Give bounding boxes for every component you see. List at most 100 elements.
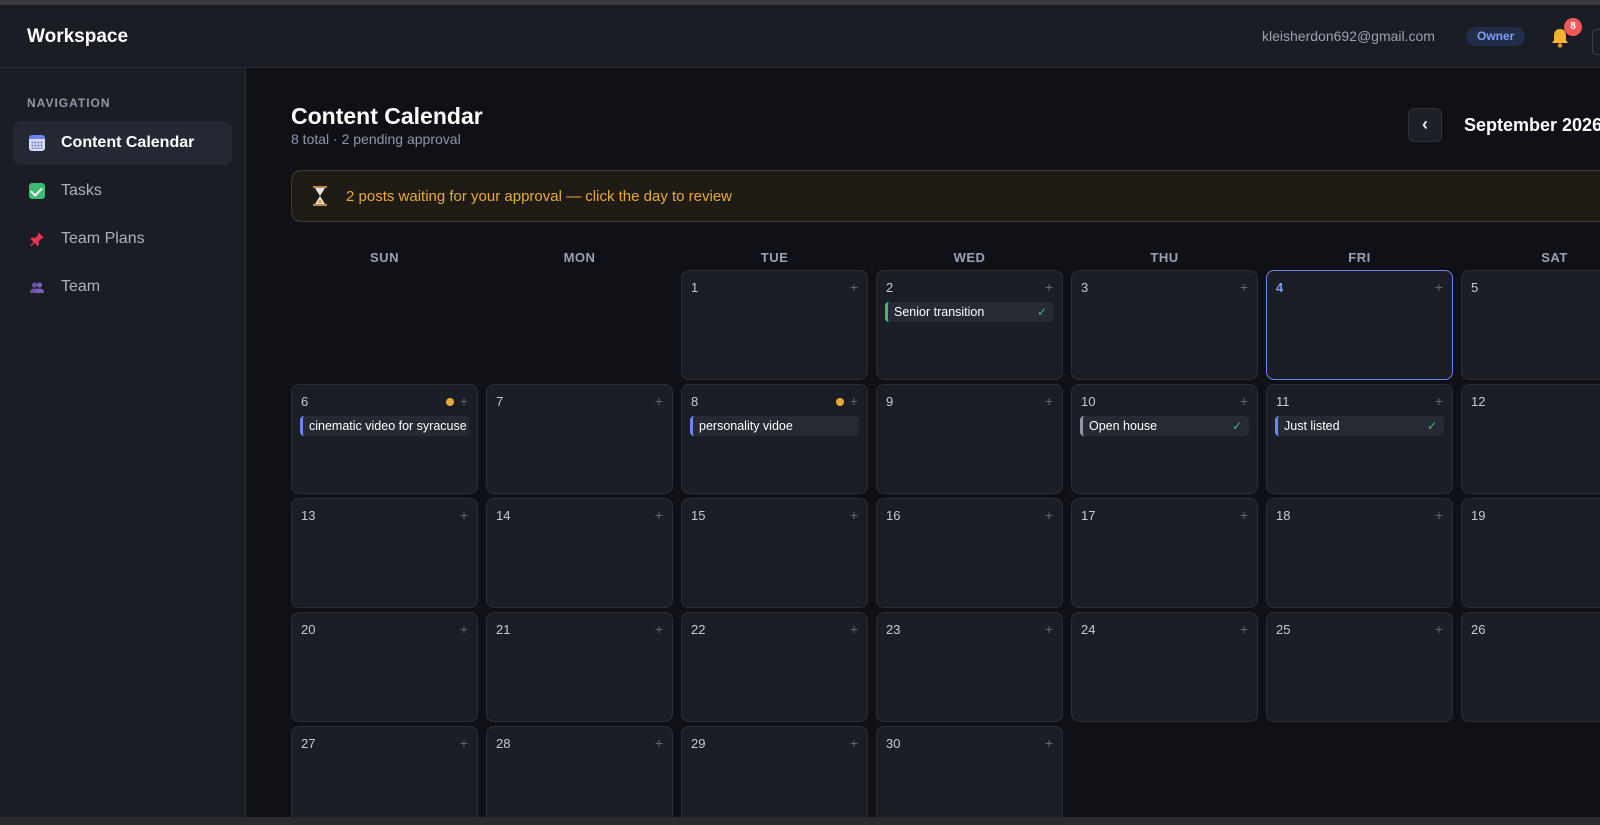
day-number: 26 bbox=[1471, 622, 1486, 637]
post-title: Open house bbox=[1089, 419, 1158, 433]
role-badge: Owner bbox=[1466, 27, 1526, 46]
calendar-day-19[interactable]: 19+ bbox=[1461, 498, 1600, 608]
account-menu-button[interactable] bbox=[1592, 29, 1600, 55]
calendar-day-8[interactable]: 8 + personality vidoe bbox=[681, 384, 868, 494]
checkbox-icon bbox=[29, 183, 45, 199]
add-post-button[interactable]: + bbox=[655, 735, 663, 751]
add-post-button[interactable]: + bbox=[1240, 507, 1248, 523]
calendar-day-15[interactable]: 15 + bbox=[681, 498, 868, 608]
approved-check-icon: ✓ bbox=[1036, 305, 1047, 319]
add-post-button[interactable]: + bbox=[850, 735, 858, 751]
calendar-day-13[interactable]: 13 + bbox=[291, 498, 478, 608]
post-chip[interactable]: Senior transition ✓ bbox=[885, 302, 1054, 322]
day-number: 15 bbox=[691, 508, 706, 523]
calendar-day-21[interactable]: 21 + bbox=[486, 612, 673, 722]
calendar-day-18[interactable]: 18 + bbox=[1266, 498, 1453, 608]
approval-banner[interactable]: 2 posts waiting for your approval — clic… bbox=[291, 170, 1600, 222]
calendar-day-7[interactable]: 7 + bbox=[486, 384, 673, 494]
calendar-day-4[interactable]: 4 + bbox=[1266, 270, 1453, 380]
post-title: cinematic video for syracuse bbox=[309, 419, 467, 433]
calendar-day-2[interactable]: 2 + Senior transition ✓ bbox=[876, 270, 1063, 380]
add-post-button[interactable]: + bbox=[850, 621, 858, 637]
calendar-day-1[interactable]: 1 + bbox=[681, 270, 868, 380]
day-number: 24 bbox=[1081, 622, 1096, 637]
add-post-button[interactable]: + bbox=[1045, 279, 1053, 295]
prev-month-button[interactable]: ‹ bbox=[1408, 108, 1442, 142]
sidebar-item-team[interactable]: Team bbox=[13, 265, 232, 309]
add-post-button[interactable]: + bbox=[850, 507, 858, 523]
add-post-button[interactable]: + bbox=[1045, 507, 1053, 523]
day-number: 4 bbox=[1276, 280, 1284, 295]
post-chip[interactable]: cinematic video for syracuse bbox=[300, 416, 469, 436]
hourglass-icon bbox=[313, 186, 327, 206]
calendar-day-12[interactable]: 12+ bbox=[1461, 384, 1600, 494]
sidebar-item-team-plans[interactable]: Team Plans bbox=[13, 217, 232, 261]
calendar-day-26[interactable]: 26+ bbox=[1461, 612, 1600, 722]
calendar-day-9[interactable]: 9 + bbox=[876, 384, 1063, 494]
calendar-day-30[interactable]: 30 + bbox=[876, 726, 1063, 825]
sidebar-item-label: Team bbox=[61, 278, 101, 295]
add-post-button[interactable]: + bbox=[850, 393, 858, 409]
add-post-button[interactable]: + bbox=[1435, 279, 1443, 295]
day-number: 30 bbox=[886, 736, 901, 751]
post-chip[interactable]: Open house ✓ bbox=[1080, 416, 1249, 436]
calendar-day-14[interactable]: 14 + bbox=[486, 498, 673, 608]
calendar-day-5[interactable]: 5+ bbox=[1461, 270, 1600, 380]
day-number: 27 bbox=[301, 736, 316, 751]
calendar-day-3[interactable]: 3 + bbox=[1071, 270, 1258, 380]
add-post-button[interactable]: + bbox=[1435, 393, 1443, 409]
weekday-sat: SAT bbox=[1541, 250, 1568, 265]
day-number: 11 bbox=[1276, 394, 1290, 409]
nav-heading: NAVIGATION bbox=[27, 96, 111, 110]
add-post-button[interactable]: + bbox=[1045, 621, 1053, 637]
calendar-day-16[interactable]: 16 + bbox=[876, 498, 1063, 608]
add-post-button[interactable]: + bbox=[1240, 393, 1248, 409]
weekday-fri: FRI bbox=[1348, 250, 1371, 265]
sidebar-item-label: Content Calendar bbox=[61, 134, 195, 151]
main-content: Content Calendar 8 total · 2 pending app… bbox=[247, 68, 1600, 825]
add-post-button[interactable]: + bbox=[1435, 507, 1443, 523]
day-number: 3 bbox=[1081, 280, 1089, 295]
calendar-day-22[interactable]: 22 + bbox=[681, 612, 868, 722]
add-post-button[interactable]: + bbox=[1435, 621, 1443, 637]
add-post-button[interactable]: + bbox=[655, 507, 663, 523]
sidebar-item-label: Team Plans bbox=[61, 230, 145, 247]
pending-indicator-dot bbox=[836, 398, 844, 406]
calendar-day-24[interactable]: 24 + bbox=[1071, 612, 1258, 722]
add-post-button[interactable]: + bbox=[460, 621, 468, 637]
pending-indicator-dot bbox=[446, 398, 454, 406]
add-post-button[interactable]: + bbox=[460, 393, 468, 409]
add-post-button[interactable]: + bbox=[1240, 279, 1248, 295]
calendar-day-25[interactable]: 25 + bbox=[1266, 612, 1453, 722]
add-post-button[interactable]: + bbox=[655, 621, 663, 637]
calendar-day-11[interactable]: 11 + Just listed ✓ bbox=[1266, 384, 1453, 494]
weekday-mon: MON bbox=[563, 250, 596, 265]
sidebar-item-content-calendar[interactable]: Content Calendar bbox=[13, 121, 232, 165]
post-chip[interactable]: Just listed ✓ bbox=[1275, 416, 1444, 436]
calendar-day-27[interactable]: 27 + bbox=[291, 726, 478, 825]
calendar-day-10[interactable]: 10 + Open house ✓ bbox=[1071, 384, 1258, 494]
add-post-button[interactable]: + bbox=[1240, 621, 1248, 637]
add-post-button[interactable]: + bbox=[655, 393, 663, 409]
day-number: 13 bbox=[301, 508, 316, 523]
calendar-day-28[interactable]: 28 + bbox=[486, 726, 673, 825]
sidebar-item-label: Tasks bbox=[61, 182, 102, 199]
weekday-tue: TUE bbox=[760, 250, 789, 265]
window-bottom-edge bbox=[0, 817, 1600, 825]
day-number: 2 bbox=[886, 280, 894, 295]
add-post-button[interactable]: + bbox=[1045, 393, 1053, 409]
calendar-day-23[interactable]: 23 + bbox=[876, 612, 1063, 722]
add-post-button[interactable]: + bbox=[460, 735, 468, 751]
calendar-day-17[interactable]: 17 + bbox=[1071, 498, 1258, 608]
post-chip[interactable]: personality vidoe bbox=[690, 416, 859, 436]
weekday-sun: SUN bbox=[370, 250, 399, 265]
day-number: 9 bbox=[886, 394, 894, 409]
add-post-button[interactable]: + bbox=[1045, 735, 1053, 751]
calendar-day-20[interactable]: 20 + bbox=[291, 612, 478, 722]
calendar-day-6[interactable]: 6 + cinematic video for syracuse bbox=[291, 384, 478, 494]
sidebar: NAVIGATION Content Calendar Tasks Team P… bbox=[0, 68, 246, 817]
add-post-button[interactable]: + bbox=[460, 507, 468, 523]
calendar-day-29[interactable]: 29 + bbox=[681, 726, 868, 825]
add-post-button[interactable]: + bbox=[850, 279, 858, 295]
sidebar-item-tasks[interactable]: Tasks bbox=[13, 169, 232, 213]
